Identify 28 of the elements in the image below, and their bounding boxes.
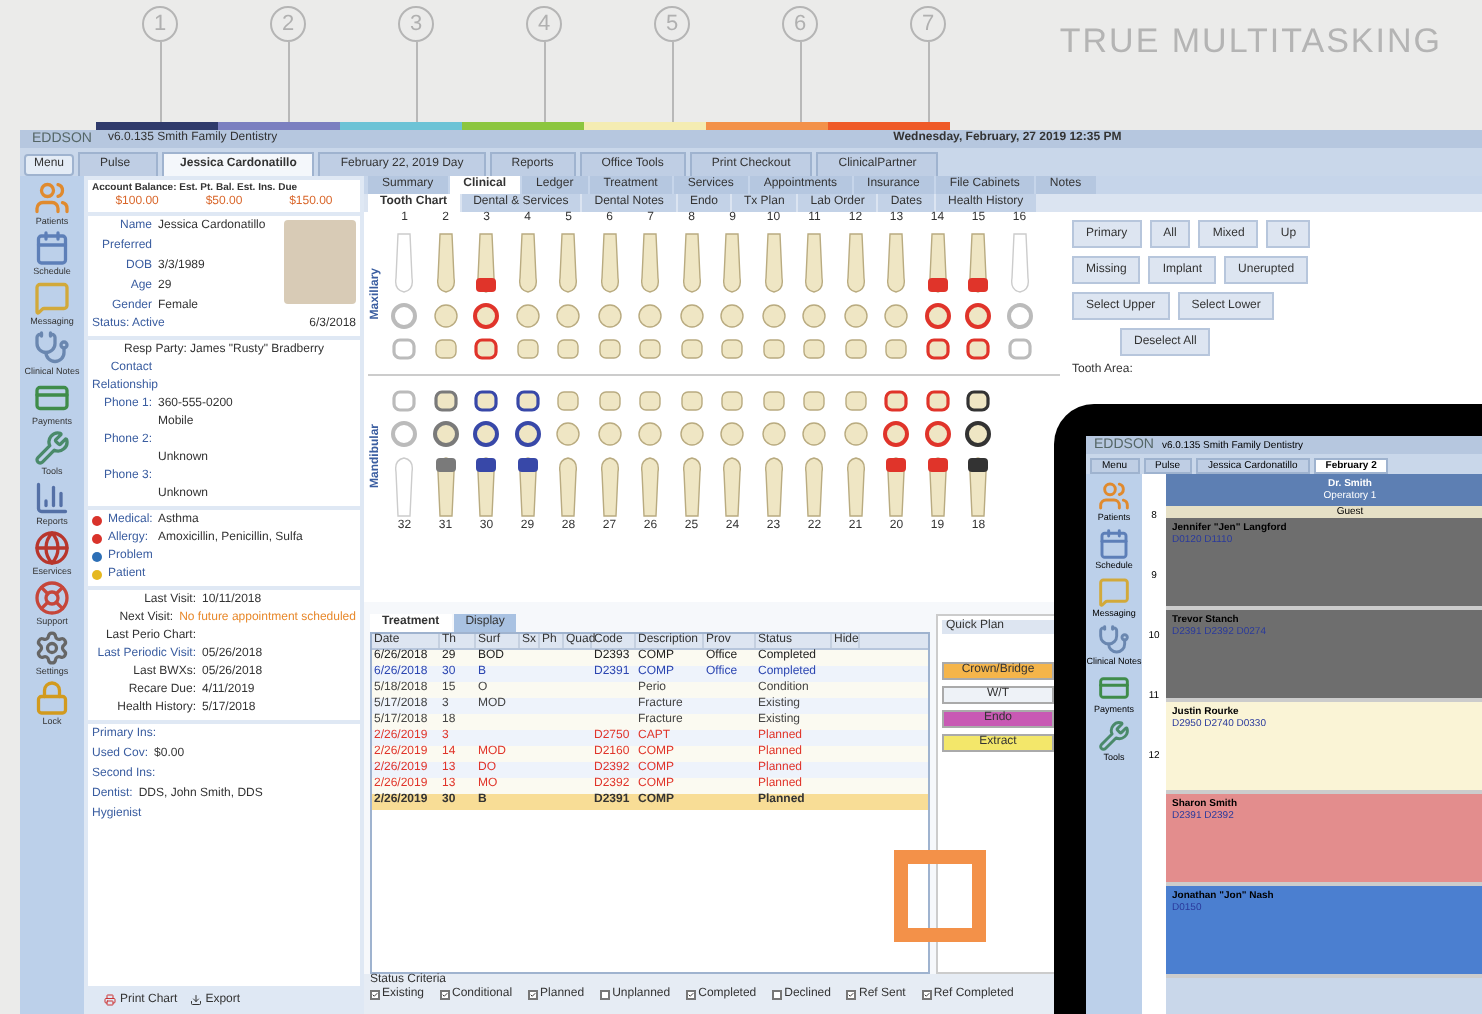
- chart-icon: [34, 480, 70, 516]
- lock-icon: [34, 680, 70, 716]
- globe-icon: [34, 530, 70, 566]
- step-number: 2: [270, 6, 306, 42]
- step-number: 6: [782, 6, 818, 42]
- step-number: 1: [142, 6, 178, 42]
- credit-card-icon: [34, 380, 70, 416]
- credit-card-icon: [1097, 672, 1130, 704]
- step-number: 4: [526, 6, 562, 42]
- calendar-icon: [34, 230, 70, 266]
- calendar-icon: [1097, 528, 1130, 560]
- gear-icon: [34, 630, 70, 666]
- stethoscope-icon: [34, 330, 70, 366]
- step-number: 7: [910, 6, 946, 42]
- wrench-icon: [34, 430, 70, 466]
- highlight-frame: [894, 850, 986, 942]
- photo-placeholder: [284, 220, 356, 304]
- download-icon: [189, 994, 202, 1006]
- chat-icon: [1097, 576, 1130, 608]
- chat-icon: [34, 280, 70, 316]
- step-number: 3: [398, 6, 434, 42]
- users-icon: [34, 180, 70, 216]
- stethoscope-icon: [1097, 624, 1130, 656]
- printer-icon: [104, 994, 116, 1006]
- step-number: 5: [654, 6, 690, 42]
- users-icon: [1097, 480, 1130, 512]
- wrench-icon: [1098, 720, 1130, 752]
- lifebuoy-icon: [34, 580, 70, 616]
